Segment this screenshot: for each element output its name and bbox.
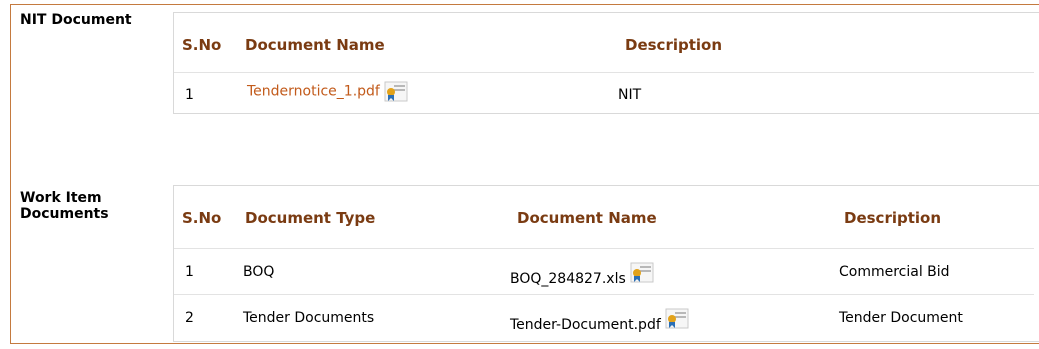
table-header-row: S.No Document Name Description bbox=[174, 13, 1034, 73]
document-filename[interactable]: Tender-Document.pdf bbox=[510, 317, 661, 333]
header-document-type: Document Type bbox=[245, 209, 376, 227]
header-document-name: Document Name bbox=[245, 36, 385, 54]
cell-description: Commercial Bid bbox=[839, 264, 950, 280]
header-sno: S.No bbox=[182, 36, 222, 54]
cell-sno: 1 bbox=[185, 264, 194, 280]
nit-document-label: NIT Document bbox=[20, 12, 132, 28]
certificate-icon[interactable] bbox=[384, 81, 408, 102]
work-item-label-line1: Work Item bbox=[20, 190, 102, 206]
certificate-icon[interactable] bbox=[630, 262, 654, 283]
header-description: Description bbox=[844, 209, 942, 227]
header-sno: S.No bbox=[182, 209, 222, 227]
work-item-documents-table: S.No Document Type Document Name Descrip… bbox=[173, 185, 1039, 342]
table-row: 1 BOQ BOQ_284827.xls Commercial Bid bbox=[174, 249, 1034, 295]
cell-description: NIT bbox=[618, 87, 642, 103]
cell-document-type: Tender Documents bbox=[243, 310, 375, 326]
cell-document-name: BOQ_284827.xls bbox=[510, 262, 654, 287]
table-row: 1 Tendernotice_1.pdf NIT bbox=[174, 73, 1034, 113]
cell-sno: 1 bbox=[185, 87, 194, 103]
table-row: 2 Tender Documents Tender-Document.pdf T… bbox=[174, 295, 1034, 341]
cell-document-type: BOQ bbox=[243, 264, 275, 280]
cell-document-name: Tendernotice_1.pdf bbox=[247, 81, 408, 102]
work-item-documents-label: Work Item Documents bbox=[20, 190, 109, 222]
cell-sno: 2 bbox=[185, 310, 194, 326]
header-document-name: Document Name bbox=[517, 209, 657, 227]
work-item-label-line2: Documents bbox=[20, 206, 109, 222]
cell-description: Tender Document bbox=[839, 310, 963, 326]
document-link[interactable]: Tendernotice_1.pdf bbox=[247, 84, 380, 100]
certificate-icon[interactable] bbox=[665, 308, 689, 329]
header-description: Description bbox=[625, 36, 723, 54]
document-filename[interactable]: BOQ_284827.xls bbox=[510, 271, 626, 287]
table-header-row: S.No Document Type Document Name Descrip… bbox=[174, 186, 1034, 249]
nit-document-table: S.No Document Name Description 1 Tendern… bbox=[173, 12, 1039, 114]
cell-document-name: Tender-Document.pdf bbox=[510, 308, 689, 333]
